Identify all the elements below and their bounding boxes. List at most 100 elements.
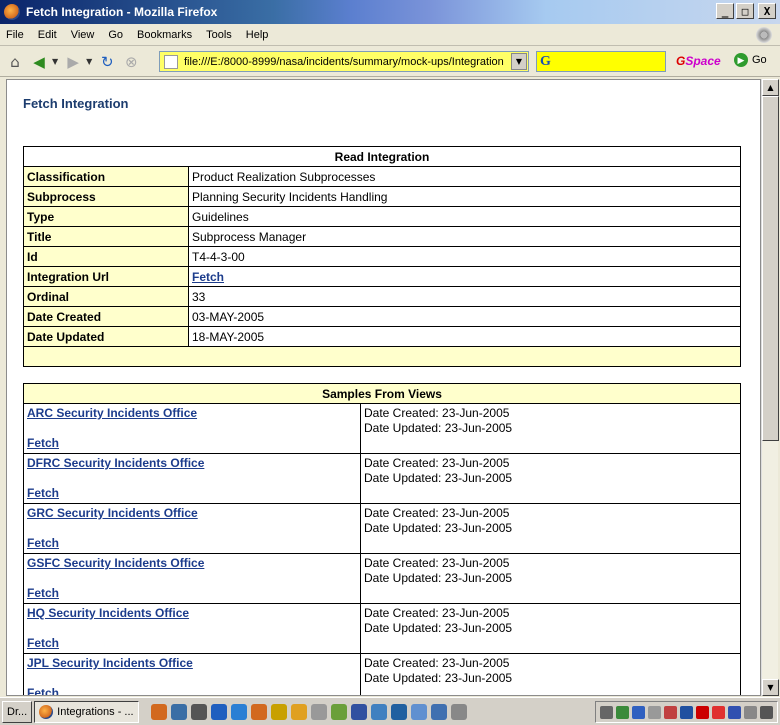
tray-icon[interactable] [616,705,629,719]
app-launch-icon[interactable] [210,703,227,720]
app-launch-icon[interactable] [270,703,287,720]
tray-icon[interactable] [600,705,613,719]
app-launch-icon[interactable] [390,703,407,720]
maximize-button[interactable]: □ [736,3,754,19]
scroll-thumb[interactable] [762,96,779,441]
ie-launch-icon[interactable] [230,703,247,720]
task-label: Integrations - ... [57,705,134,718]
fetch-link[interactable]: Fetch [27,486,357,500]
date-updated: Date Updated: 23-Jun-2005 [364,521,513,535]
tray-icon[interactable] [664,705,677,719]
app-launch-icon[interactable] [250,703,267,720]
fetch-link[interactable]: Fetch [27,436,357,450]
table-row: Type Guidelines [23,206,741,227]
app-launch-icon[interactable] [450,703,467,720]
page-title: Fetch Integration [23,96,129,111]
date-created: Date Created: 23-Jun-2005 [364,606,510,620]
table-row: ARC Security Incidents Office Fetch Date… [23,403,741,454]
title-bar[interactable]: Fetch Integration - Mozilla Firefox _ □ … [0,0,780,24]
table-row: DFRC Security Incidents Office Fetch Dat… [23,453,741,504]
app-launch-icon[interactable] [350,703,367,720]
url-bar[interactable]: file:///E:/8000-8999/nasa/incidents/summ… [159,51,529,72]
back-icon[interactable]: ◀ [28,51,50,73]
tray-icon[interactable] [680,705,693,719]
search-input[interactable]: G [536,51,666,72]
menu-go[interactable]: Go [108,29,123,41]
forward-icon[interactable]: ▶ [62,51,84,73]
samples-header: Samples From Views [23,383,741,404]
row-value: 18-MAY-2005 [188,326,741,347]
app-launch-icon[interactable] [370,703,387,720]
menu-help[interactable]: Help [246,29,269,41]
menu-edit[interactable]: Edit [38,29,57,41]
scroll-up-icon[interactable]: ▲ [762,79,779,96]
tray-icon[interactable] [728,705,741,719]
fetch-link[interactable]: Fetch [27,536,357,550]
taskbar-item-dr[interactable]: Dr... [2,700,33,723]
tray-icon[interactable] [696,705,709,719]
office-link[interactable]: GRC Security Incidents Office [27,506,357,536]
tray-icon[interactable] [632,705,645,719]
menu-file[interactable]: File [6,29,24,41]
row-label: Date Updated [23,326,189,347]
go-label: Go [752,54,767,66]
home-icon[interactable]: ⌂ [4,51,26,73]
sample-right-cell: Date Created: 23-Jun-2005 Date Updated: … [360,553,741,604]
tray-icon[interactable] [648,705,661,719]
gspace-button[interactable]: GSpace [676,54,721,68]
office-link[interactable]: ARC Security Incidents Office [27,406,357,436]
reload-icon[interactable]: ↻ [96,51,118,73]
menu-view[interactable]: View [71,29,95,41]
firefox-icon [4,4,20,20]
sample-left-cell: ARC Security Incidents Office Fetch [23,403,361,454]
search-engine-icon[interactable]: G [540,54,551,70]
scroll-down-icon[interactable]: ▼ [762,679,779,696]
sample-left-cell: GRC Security Incidents Office Fetch [23,503,361,554]
close-button[interactable]: X [758,3,776,19]
window-title: Fetch Integration - Mozilla Firefox [26,5,218,19]
table-row: Id T4-4-3-00 [23,246,741,267]
row-value: Subprocess Manager [188,226,741,247]
back-dropdown-icon[interactable]: ▼ [52,57,58,66]
tray-icon[interactable] [744,705,757,719]
date-created: Date Created: 23-Jun-2005 [364,506,510,520]
taskbar-item-integrations[interactable]: Integrations - ... [34,700,139,723]
app-launch-icon[interactable] [310,703,327,720]
app-launch-icon[interactable] [290,703,307,720]
office-link[interactable]: JPL Security Incidents Office [27,656,357,686]
date-created: Date Created: 23-Jun-2005 [364,456,510,470]
minimize-button[interactable]: _ [716,3,734,19]
app-launch-icon[interactable] [190,703,207,720]
menu-tools[interactable]: Tools [206,29,232,41]
app-launch-icon[interactable] [430,703,447,720]
row-label: Ordinal [23,286,189,307]
menu-bookmarks[interactable]: Bookmarks [137,29,192,41]
browser-window: Fetch Integration - Mozilla Firefox _ □ … [0,0,780,725]
app-launch-icon[interactable] [170,703,187,720]
table-row: GRC Security Incidents Office Fetch Date… [23,503,741,554]
tray-icon[interactable] [712,705,725,719]
integration-url-link[interactable]: Fetch [192,270,224,284]
firefox-launch-icon[interactable] [150,703,167,720]
fetch-link[interactable]: Fetch [27,636,357,650]
office-link[interactable]: DFRC Security Incidents Office [27,456,357,486]
page-content[interactable]: Fetch Integration Read Integration Class… [6,79,761,696]
menu-bar: File Edit View Go Bookmarks Tools Help [0,24,780,46]
office-link[interactable]: HQ Security Incidents Office [27,606,357,636]
tray-icon[interactable] [760,705,773,719]
vertical-scrollbar[interactable]: ▲ ▼ [761,79,779,696]
app-launch-icon[interactable] [330,703,347,720]
office-link[interactable]: GSFC Security Incidents Office [27,556,357,586]
date-updated: Date Updated: 23-Jun-2005 [364,421,513,435]
fetch-link[interactable]: Fetch [27,686,357,695]
url-input[interactable]: file:///E:/8000-8999/nasa/incidents/summ… [184,56,514,68]
forward-dropdown-icon[interactable]: ▼ [86,57,92,66]
row-label: Id [23,246,189,267]
stop-icon[interactable]: ⊗ [120,51,142,73]
row-label: Subprocess [23,186,189,207]
fetch-link[interactable]: Fetch [27,586,357,600]
url-dropdown-icon[interactable]: ▼ [511,53,527,70]
read-integration-header: Read Integration [23,146,741,167]
go-button[interactable]: ▶ Go [734,53,767,67]
app-launch-icon[interactable] [410,703,427,720]
